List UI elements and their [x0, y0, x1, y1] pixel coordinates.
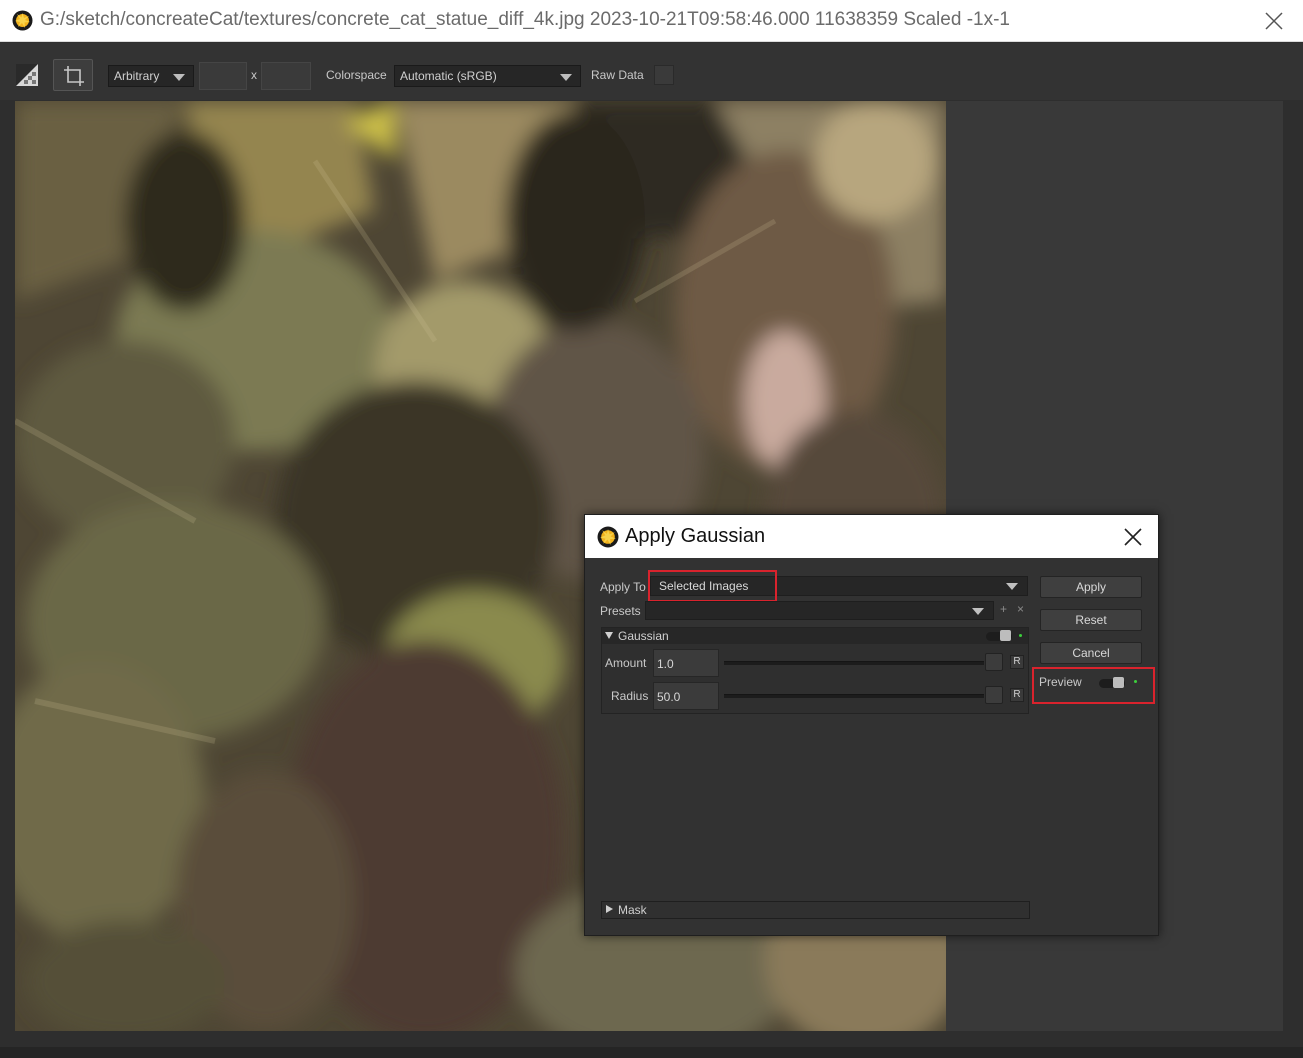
- colorspace-value: Automatic (sRGB): [400, 69, 497, 83]
- collapsed-triangle-icon: [606, 905, 613, 913]
- aspect-mode-select[interactable]: Arbitrary: [108, 65, 194, 87]
- chevron-down-icon: [173, 74, 185, 81]
- width-input[interactable]: [199, 62, 247, 90]
- cancel-button[interactable]: Cancel: [1040, 642, 1142, 664]
- raw-data-checkbox[interactable]: [654, 65, 674, 85]
- height-input[interactable]: [261, 62, 311, 90]
- presets-select[interactable]: [645, 601, 994, 620]
- raw-data-label: Raw Data: [591, 68, 644, 82]
- dialog-titlebar: Apply Gaussian: [585, 515, 1158, 558]
- alpha-checker-icon[interactable]: [16, 64, 38, 86]
- mask-section-title: Mask: [618, 903, 647, 917]
- reset-button[interactable]: Reset: [1040, 609, 1142, 631]
- crop-icon: [64, 66, 84, 86]
- app-logo-icon: [597, 526, 619, 548]
- window-titlebar: G:/sketch/concreateCat/textures/concrete…: [0, 0, 1303, 42]
- amount-slider-track[interactable]: [724, 661, 984, 665]
- chevron-down-icon: [560, 74, 572, 81]
- gaussian-enable-toggle[interactable]: [986, 630, 1012, 641]
- radius-input[interactable]: 50.0: [653, 682, 719, 710]
- dialog-close-icon[interactable]: [1123, 527, 1143, 547]
- colorspace-label: Colorspace: [326, 68, 387, 82]
- amount-label: Amount: [605, 656, 647, 670]
- gaussian-active-indicator: [1019, 634, 1022, 637]
- remove-preset-icon[interactable]: ×: [1017, 602, 1024, 616]
- dialog-title: Apply Gaussian: [625, 525, 766, 547]
- annotation-highlight-apply-to: [648, 570, 777, 602]
- chevron-down-icon: [972, 608, 984, 615]
- aspect-mode-value: Arbitrary: [114, 69, 160, 83]
- amount-input[interactable]: 1.0: [653, 649, 719, 677]
- chevron-down-icon: [1006, 583, 1018, 590]
- gaussian-group: Gaussian Amount 1.0 R Radius 50.0 R: [601, 627, 1029, 714]
- amount-slider-handle[interactable]: [985, 653, 1003, 671]
- crop-button[interactable]: [53, 59, 93, 91]
- apply-button[interactable]: Apply: [1040, 576, 1142, 598]
- viewer-toolbar: Arbitrary x Colorspace Automatic (sRGB) …: [0, 43, 1303, 100]
- radius-label: Radius: [611, 689, 649, 703]
- apply-to-label: Apply To: [600, 580, 646, 594]
- mask-section[interactable]: Mask: [601, 901, 1030, 919]
- radius-slider-handle[interactable]: [985, 686, 1003, 704]
- times-symbol: x: [251, 68, 257, 82]
- toggle-knob: [1000, 630, 1011, 641]
- presets-label: Presets: [600, 604, 641, 618]
- colorspace-select[interactable]: Automatic (sRGB): [394, 65, 581, 87]
- window-close-icon[interactable]: [1263, 10, 1285, 32]
- app-logo-icon: [12, 10, 33, 31]
- radius-reset-button[interactable]: R: [1010, 688, 1024, 702]
- amount-reset-button[interactable]: R: [1010, 655, 1024, 669]
- status-strip: [0, 1047, 1303, 1058]
- window-title: G:/sketch/concreateCat/textures/concrete…: [40, 9, 1010, 30]
- add-preset-icon[interactable]: +: [1000, 602, 1007, 616]
- gaussian-group-title: Gaussian: [618, 629, 669, 643]
- gaussian-group-header[interactable]: Gaussian: [602, 628, 1028, 644]
- radius-slider-track[interactable]: [724, 694, 984, 698]
- apply-gaussian-dialog: Apply Gaussian Apply To Selected Images …: [584, 514, 1159, 936]
- annotation-highlight-preview: [1032, 667, 1155, 704]
- expand-triangle-icon: [605, 632, 613, 639]
